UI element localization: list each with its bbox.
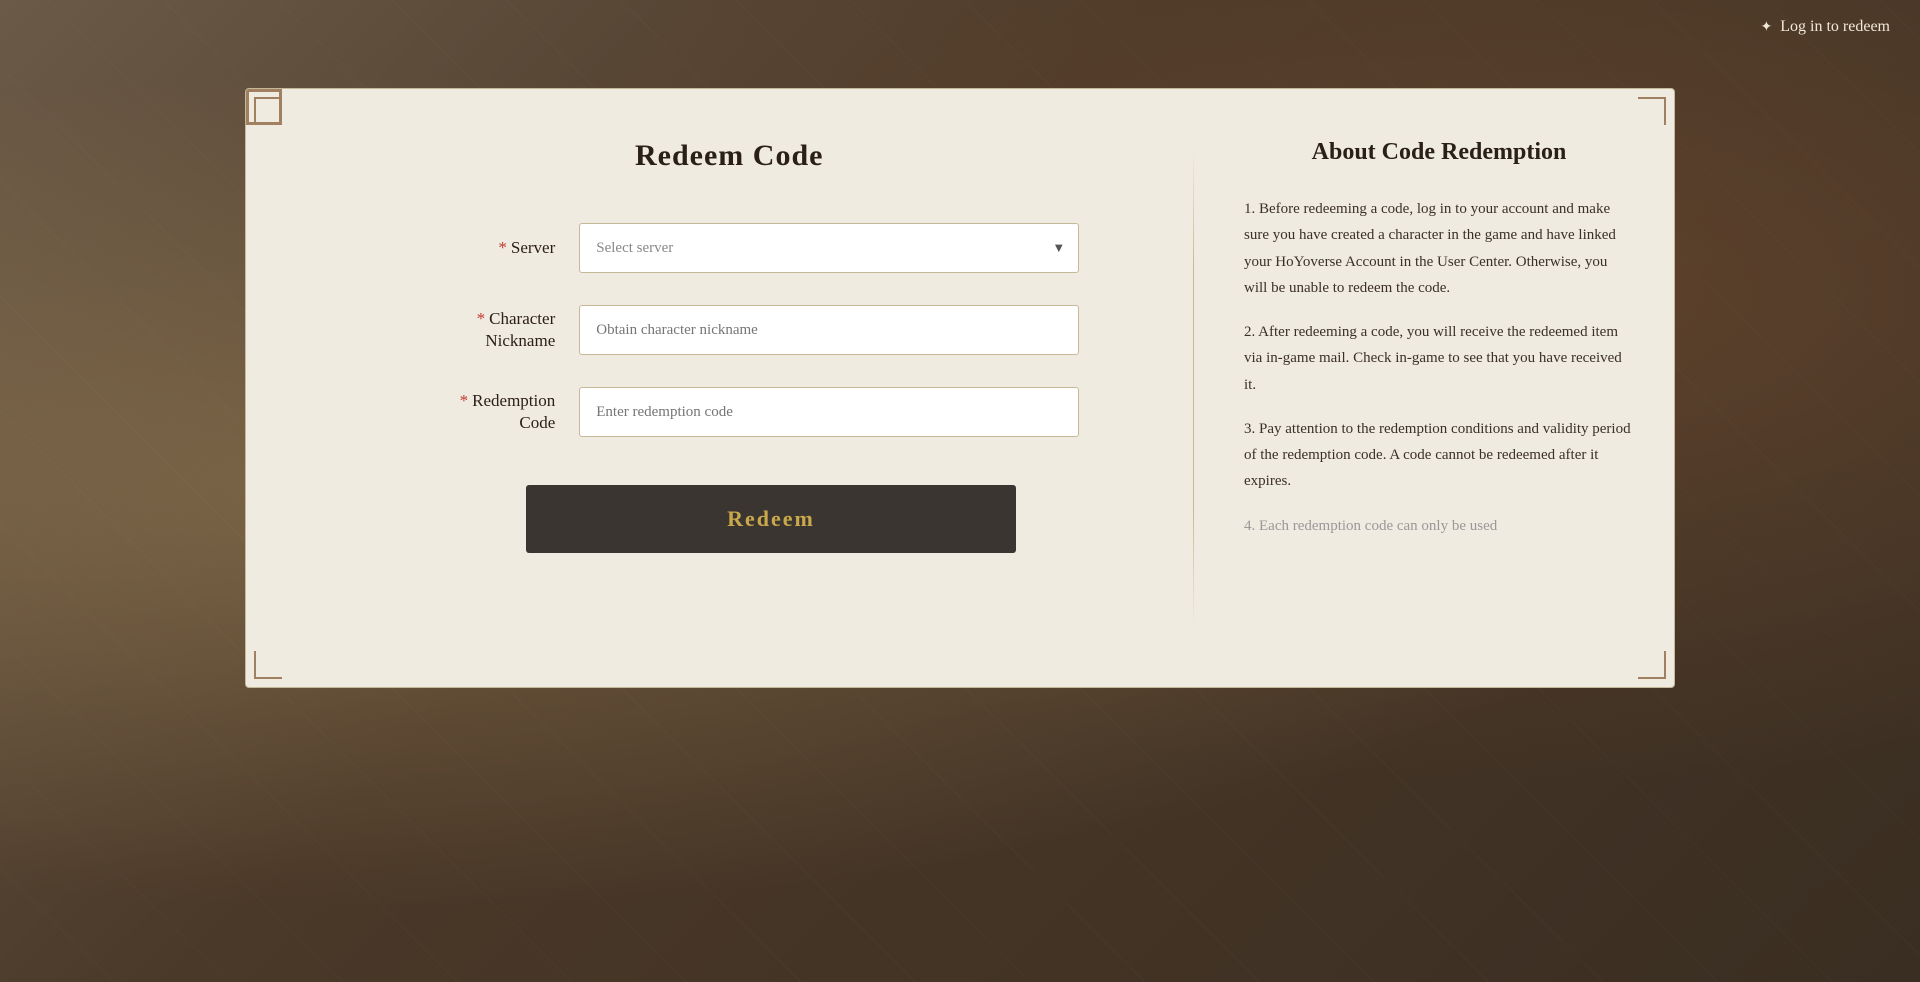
info-point-3: 3. Pay attention to the redemption condi… <box>1244 416 1634 495</box>
info-title: About Code Redemption <box>1244 139 1634 166</box>
nickname-input[interactable] <box>579 305 1079 355</box>
info-point-2: 2. After redeeming a code, you will rece… <box>1244 319 1634 398</box>
redeem-button[interactable]: Redeem <box>526 485 1016 553</box>
right-panel: About Code Redemption 1. Before redeemin… <box>1194 89 1674 687</box>
redemption-label: *RedemptionCode <box>379 390 579 434</box>
login-button[interactable]: ✦ Log in to redeem <box>1731 0 1920 54</box>
form-title: Redeem Code <box>635 139 823 173</box>
main-card: Redeem Code *Server Select server Americ… <box>245 88 1675 688</box>
corner-br-decoration <box>1638 651 1666 679</box>
server-form-group: *Server Select server America Europe Asi… <box>379 223 1079 273</box>
info-content: 1. Before redeeming a code, log in to yo… <box>1244 196 1634 539</box>
server-required-marker: * <box>498 238 507 257</box>
left-panel: Redeem Code *Server Select server Americ… <box>246 89 1193 687</box>
redemption-required-marker: * <box>460 391 469 410</box>
corner-bl-decoration <box>254 651 282 679</box>
login-label: Log in to redeem <box>1780 18 1890 36</box>
corner-tr-decoration <box>1638 97 1666 125</box>
nickname-form-group: *CharacterNickname <box>379 305 1079 355</box>
server-select-wrapper: Select server America Europe Asia TW/HK/… <box>579 223 1079 273</box>
corner-tl-decoration <box>254 97 282 125</box>
nickname-required-marker: * <box>477 309 486 328</box>
server-label: *Server <box>379 237 579 259</box>
star-icon: ✦ <box>1761 19 1773 36</box>
redemption-code-input[interactable] <box>579 387 1079 437</box>
server-select[interactable]: Select server America Europe Asia TW/HK/… <box>579 223 1079 273</box>
nickname-label: *CharacterNickname <box>379 308 579 352</box>
redemption-form-group: *RedemptionCode <box>379 387 1079 437</box>
info-point-1: 1. Before redeeming a code, log in to yo… <box>1244 196 1634 301</box>
info-point-4: 4. Each redemption code can only be used <box>1244 513 1634 539</box>
